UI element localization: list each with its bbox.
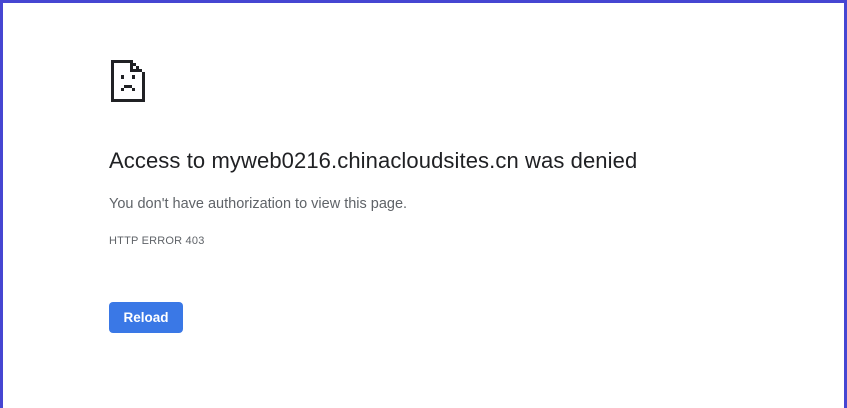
error-code: HTTP ERROR 403 bbox=[109, 235, 205, 247]
browser-error-page: Access to myweb0216.chinacloudsites.cn w… bbox=[0, 0, 847, 408]
page-title: Access to myweb0216.chinacloudsites.cn w… bbox=[109, 148, 638, 173]
reload-button[interactable]: Reload bbox=[109, 302, 183, 333]
sad-document-icon bbox=[111, 60, 145, 102]
error-message: You don't have authorization to view thi… bbox=[109, 196, 408, 212]
